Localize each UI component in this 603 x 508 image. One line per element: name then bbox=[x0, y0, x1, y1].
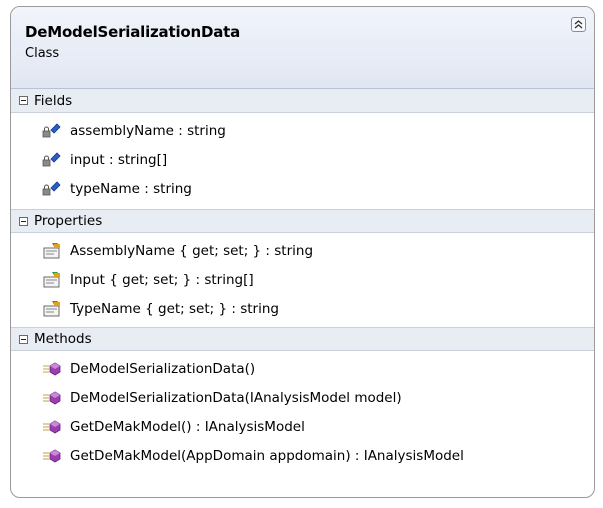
methods-section-header[interactable]: Methods bbox=[11, 327, 594, 351]
field-item[interactable]: typeName : string bbox=[11, 174, 594, 203]
section-title: Methods bbox=[34, 331, 92, 347]
field-item[interactable]: assemblyName : string bbox=[11, 116, 594, 145]
member-label: GetDeMakModel(AppDomain appdomain) : IAn… bbox=[70, 447, 464, 464]
minus-box-icon[interactable] bbox=[19, 96, 28, 105]
properties-section-header[interactable]: Properties bbox=[11, 209, 594, 233]
public-method-icon bbox=[42, 360, 62, 378]
minus-box-icon[interactable] bbox=[19, 334, 28, 344]
field-item[interactable]: input : string[] bbox=[11, 145, 594, 174]
private-field-icon bbox=[42, 151, 62, 169]
class-header[interactable]: DeModelSerializationData Class bbox=[11, 7, 594, 89]
member-label: DeModelSerializationData() bbox=[70, 360, 256, 377]
member-label: Input { get; set; } : string[] bbox=[70, 271, 254, 288]
property-icon bbox=[42, 242, 62, 260]
member-label: AssemblyName { get; set; } : string bbox=[70, 242, 314, 259]
class-stereotype: Class bbox=[25, 46, 60, 61]
class-name: DeModelSerializationData bbox=[25, 23, 241, 41]
method-item[interactable]: GetDeMakModel(AppDomain appdomain) : IAn… bbox=[11, 441, 594, 470]
public-method-icon bbox=[42, 418, 62, 436]
property-item[interactable]: TypeName { get; set; } : string bbox=[11, 294, 594, 323]
member-label: input : string[] bbox=[70, 151, 168, 168]
member-label: typeName : string bbox=[70, 180, 192, 197]
fields-section: Fields assemblyName : string input: str… bbox=[11, 89, 594, 209]
public-method-icon bbox=[42, 447, 62, 465]
member-label: GetDeMakModel() : IAnalysisModel bbox=[70, 418, 305, 435]
property-icon bbox=[42, 271, 62, 289]
fields-section-header[interactable]: Fields bbox=[11, 89, 594, 113]
class-shape[interactable]: DeModelSerializationData Class Fields as… bbox=[10, 6, 595, 498]
method-item[interactable]: DeModelSerializationData() bbox=[11, 354, 594, 383]
member-label: DeModelSerializationData(IAnalysisModel … bbox=[70, 389, 402, 406]
public-method-icon bbox=[42, 389, 62, 407]
property-icon bbox=[42, 300, 62, 318]
method-item[interactable]: GetDeMakModel() : IAnalysisModel bbox=[11, 412, 594, 441]
member-label: assemblyName : string bbox=[70, 122, 226, 139]
chevron-double-up-icon[interactable] bbox=[571, 17, 586, 32]
property-item[interactable]: Input { get; set; } : string[] bbox=[11, 265, 594, 294]
private-field-icon bbox=[42, 180, 62, 198]
minus-box-icon[interactable] bbox=[19, 216, 28, 226]
section-title: Fields bbox=[34, 92, 73, 109]
section-title: Properties bbox=[34, 213, 103, 229]
member-label: TypeName { get; set; } : string bbox=[70, 300, 279, 317]
method-item[interactable]: DeModelSerializationData(IAnalysisModel … bbox=[11, 383, 594, 412]
property-item[interactable]: AssemblyName { get; set; } : string bbox=[11, 236, 594, 265]
private-field-icon bbox=[42, 122, 62, 140]
properties-section: Properties AssemblyName { get; set; } : … bbox=[11, 209, 594, 327]
methods-section: Methods DeModelSerializationData() DeMod… bbox=[11, 327, 594, 474]
